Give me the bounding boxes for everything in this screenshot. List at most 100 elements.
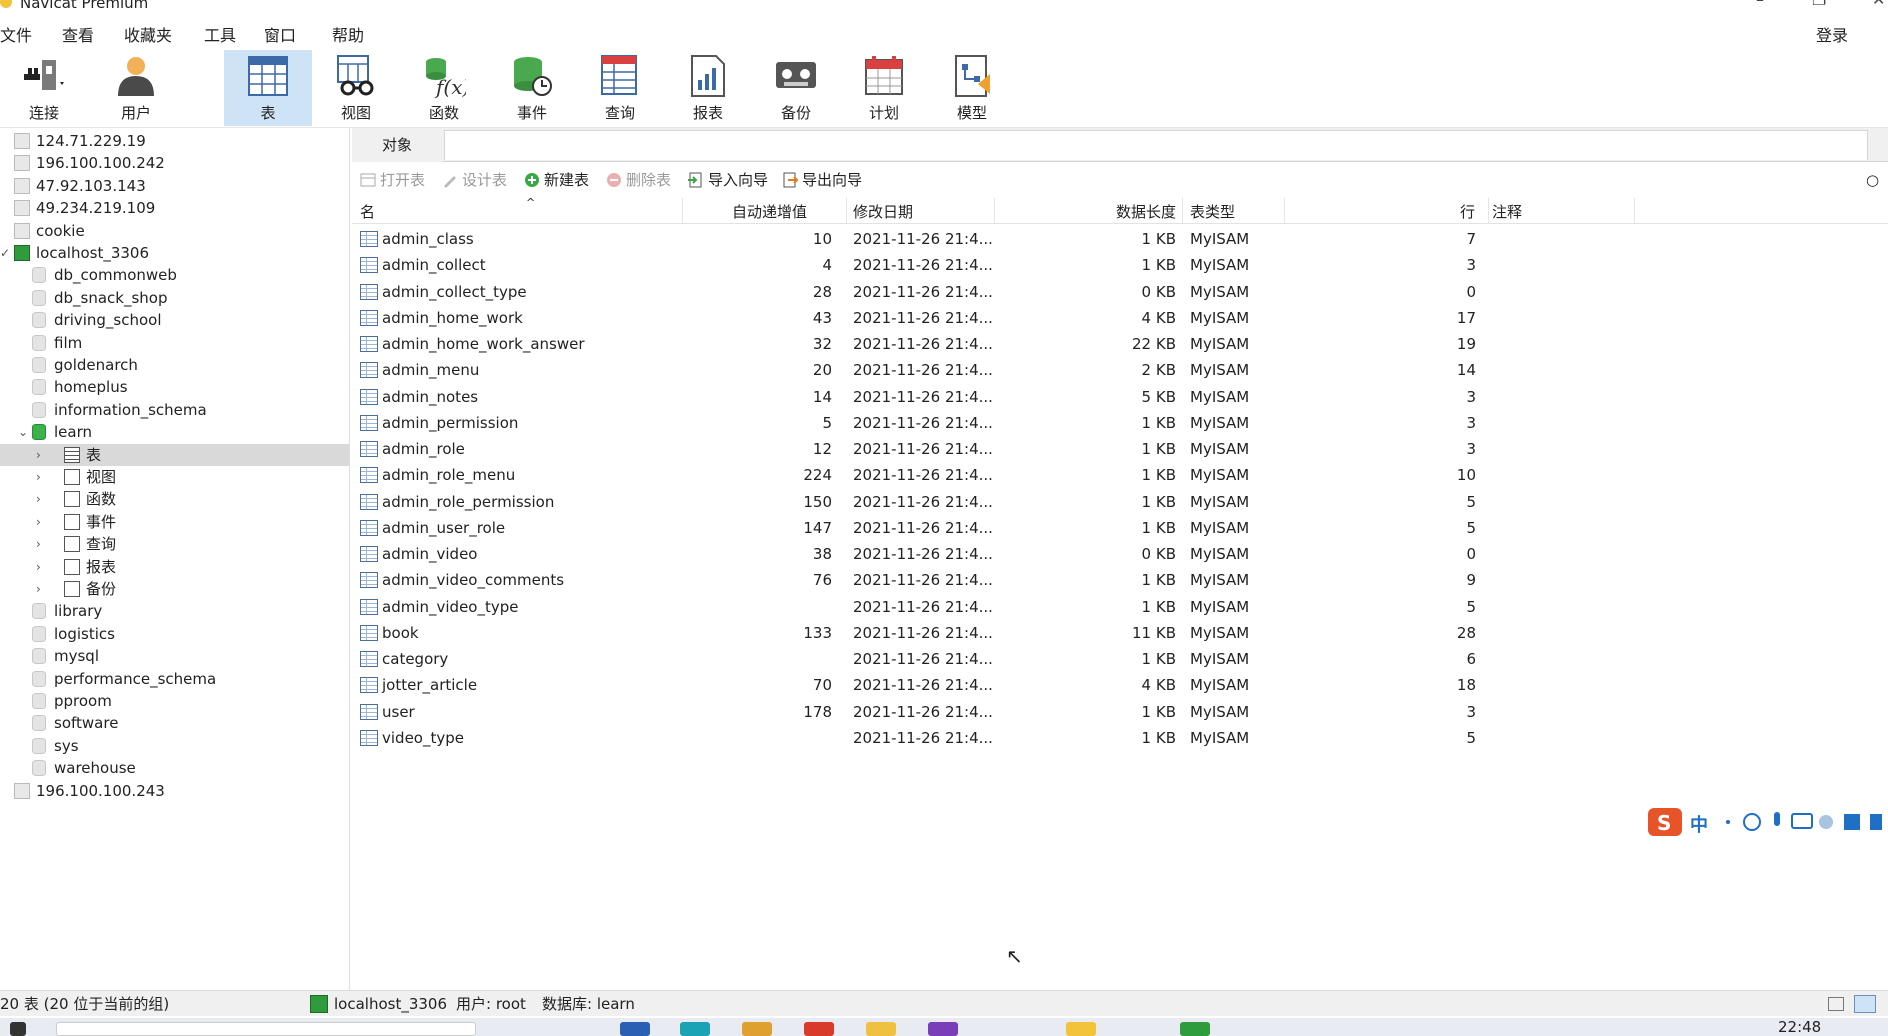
toolbar-user-button[interactable]: 用户 — [92, 50, 180, 126]
taskbar-search-box[interactable] — [56, 1022, 476, 1036]
table-row[interactable]: admin_role_permission 150 2021-11-26 21:4.… — [352, 489, 1888, 515]
toolbar-query-button[interactable]: 查询 — [576, 50, 664, 126]
tree-item[interactable]: › 备份 — [0, 578, 349, 600]
toolbar-table-button[interactable]: 表 — [224, 50, 312, 126]
taskbar-app-icon[interactable] — [1180, 1022, 1210, 1036]
grid-view-icon[interactable] — [1828, 997, 1844, 1011]
table-row[interactable]: admin_home_work 43 2021-11-26 21:4... 4 KB M… — [352, 305, 1888, 331]
table-row[interactable]: admin_menu 20 2021-11-26 21:4... 2 KB MyISAM… — [352, 357, 1888, 383]
tree-item[interactable]: software — [0, 712, 349, 734]
collapse-chevron-icon[interactable]: ⌄ — [18, 421, 28, 443]
tree-item[interactable]: cookie — [0, 220, 349, 242]
tree-item[interactable]: sys — [0, 735, 349, 757]
new-table-button[interactable]: 新建表 — [524, 169, 589, 191]
tree-item[interactable]: ⌄ learn — [0, 421, 349, 443]
expand-chevron-icon[interactable]: › — [36, 488, 41, 510]
menu-favorites[interactable]: 收藏夹 — [124, 22, 172, 46]
tree-item[interactable]: › 查询 — [0, 533, 349, 555]
menu-file[interactable]: 文件 — [0, 22, 32, 46]
tree-item[interactable]: warehouse — [0, 757, 349, 779]
expand-chevron-icon[interactable]: › — [36, 533, 41, 555]
table-row[interactable]: category 2021-11-26 21:4... 1 KB MyISAM 6 — [352, 646, 1888, 672]
col-name[interactable]: 名 — [360, 201, 375, 222]
table-row[interactable]: user 178 2021-11-26 21:4... 1 KB MyISAM 3 — [352, 699, 1888, 725]
table-row[interactable]: admin_permission 5 2021-11-26 21:4... 1 KB M… — [352, 410, 1888, 436]
col-engine[interactable]: 表类型 — [1190, 201, 1235, 222]
taskbar-app-icon[interactable] — [866, 1022, 896, 1036]
taskbar-app-icon[interactable] — [680, 1022, 710, 1036]
toolbar-view-button[interactable]: 视图 — [312, 50, 400, 126]
tree-item[interactable]: driving_school — [0, 309, 349, 331]
col-rows[interactable]: 行 — [1460, 201, 1475, 222]
tree-item[interactable]: db_snack_shop — [0, 287, 349, 309]
table-row[interactable]: admin_collect 4 2021-11-26 21:4... 1 KB MyIS… — [352, 252, 1888, 278]
menu-window[interactable]: 窗口 — [264, 22, 296, 46]
taskbar-navicat-icon[interactable] — [1066, 1022, 1096, 1036]
tree-item[interactable]: mysql — [0, 645, 349, 667]
taskbar-app-icon[interactable] — [804, 1022, 834, 1036]
tree-item[interactable]: 47.92.103.143 — [0, 175, 349, 197]
start-icon[interactable] — [10, 1022, 26, 1036]
tree-item[interactable]: › 报表 — [0, 556, 349, 578]
list-view-icon[interactable] — [1854, 995, 1876, 1013]
table-row[interactable]: admin_user_role 147 2021-11-26 21:4... 1 KB… — [352, 515, 1888, 541]
table-row[interactable]: book 133 2021-11-26 21:4... 11 KB MyISAM 28 — [352, 620, 1888, 646]
toolbar-function-button[interactable]: f(x) 函数 — [400, 50, 488, 126]
open-table-button[interactable]: 打开表 — [360, 169, 425, 191]
expand-chevron-icon[interactable]: › — [36, 444, 41, 466]
taskbar-app-icon[interactable] — [928, 1022, 958, 1036]
tree-item[interactable]: › 事件 — [0, 511, 349, 533]
tree-item[interactable]: library — [0, 600, 349, 622]
tab-objects[interactable]: 对象 — [352, 128, 442, 162]
ime-toolbar[interactable]: S 中 — [1648, 808, 1888, 836]
taskbar-app-icon[interactable] — [620, 1022, 650, 1036]
table-row[interactable]: admin_video 38 2021-11-26 21:4... 0 KB MyISA… — [352, 541, 1888, 567]
toolbar-event-button[interactable]: 事件 — [488, 50, 576, 126]
delete-table-button[interactable]: 删除表 — [606, 169, 671, 191]
toolbar-model-button[interactable]: 模型 — [928, 50, 1016, 126]
tree-item[interactable]: ✓ localhost_3306 — [0, 242, 349, 264]
import-wizard-button[interactable]: 导入向导 — [688, 169, 768, 191]
export-wizard-button[interactable]: 导出向导 — [782, 169, 862, 191]
toolbar-connect-button[interactable]: 连接 — [0, 50, 88, 126]
expand-chevron-icon[interactable]: › — [36, 466, 41, 488]
toolbar-report-button[interactable]: 报表 — [664, 50, 752, 126]
col-modified[interactable]: 修改日期 — [853, 201, 913, 222]
tree-item[interactable]: › 函数 — [0, 488, 349, 510]
minimize-icon[interactable]: – — [1756, 0, 1764, 9]
toolbar-schedule-button[interactable]: 计划 — [840, 50, 928, 126]
table-row[interactable]: admin_role_menu 224 2021-11-26 21:4... 1 KB… — [352, 462, 1888, 488]
table-row[interactable]: admin_video_comments 76 2021-11-26 21:4...… — [352, 567, 1888, 593]
menu-tools[interactable]: 工具 — [204, 22, 236, 46]
table-row[interactable]: admin_home_work_answer 32 2021-11-26 21:4.… — [352, 331, 1888, 357]
tree-item[interactable]: 49.234.219.109 — [0, 197, 349, 219]
expand-chevron-icon[interactable]: › — [36, 578, 41, 600]
table-row[interactable]: admin_notes 14 2021-11-26 21:4... 5 KB MyISA… — [352, 384, 1888, 410]
expand-chevron-icon[interactable]: › — [36, 556, 41, 578]
taskbar-app-icon[interactable] — [742, 1022, 772, 1036]
menu-help[interactable]: 帮助 — [332, 22, 364, 46]
maximize-icon[interactable]: ❐ — [1812, 0, 1826, 9]
tree-item[interactable]: information_schema — [0, 399, 349, 421]
col-comment[interactable]: 注释 — [1492, 201, 1522, 222]
tree-item[interactable]: 124.71.229.19 — [0, 130, 349, 152]
tree-item[interactable]: homeplus — [0, 376, 349, 398]
table-row[interactable]: admin_class 10 2021-11-26 21:4... 1 KB MyISA… — [352, 226, 1888, 252]
tree-item[interactable]: goldenarch — [0, 354, 349, 376]
tree-item[interactable]: performance_schema — [0, 668, 349, 690]
tree-item[interactable]: 196.100.100.243 — [0, 780, 349, 802]
search-icon[interactable]: ○ — [1866, 169, 1879, 191]
menu-view[interactable]: 查看 — [62, 22, 94, 46]
tree-item[interactable]: film — [0, 332, 349, 354]
toolbar-backup-button[interactable]: 备份 — [752, 50, 840, 126]
table-row[interactable]: admin_collect_type 28 2021-11-26 21:4... 0 … — [352, 279, 1888, 305]
design-table-button[interactable]: 设计表 — [442, 169, 507, 191]
expand-chevron-icon[interactable]: › — [36, 511, 41, 533]
table-row[interactable]: jotter_article 70 2021-11-26 21:4... 4 KB My… — [352, 672, 1888, 698]
login-link[interactable]: 登录 — [1816, 22, 1848, 46]
collapse-chevron-icon[interactable]: ✓ — [0, 242, 10, 264]
table-row[interactable]: admin_role 12 2021-11-26 21:4... 1 KB MyISAM… — [352, 436, 1888, 462]
tree-item[interactable]: › 表 — [0, 443, 349, 466]
tree-item[interactable]: › 视图 — [0, 466, 349, 488]
tree-item[interactable]: pproom — [0, 690, 349, 712]
